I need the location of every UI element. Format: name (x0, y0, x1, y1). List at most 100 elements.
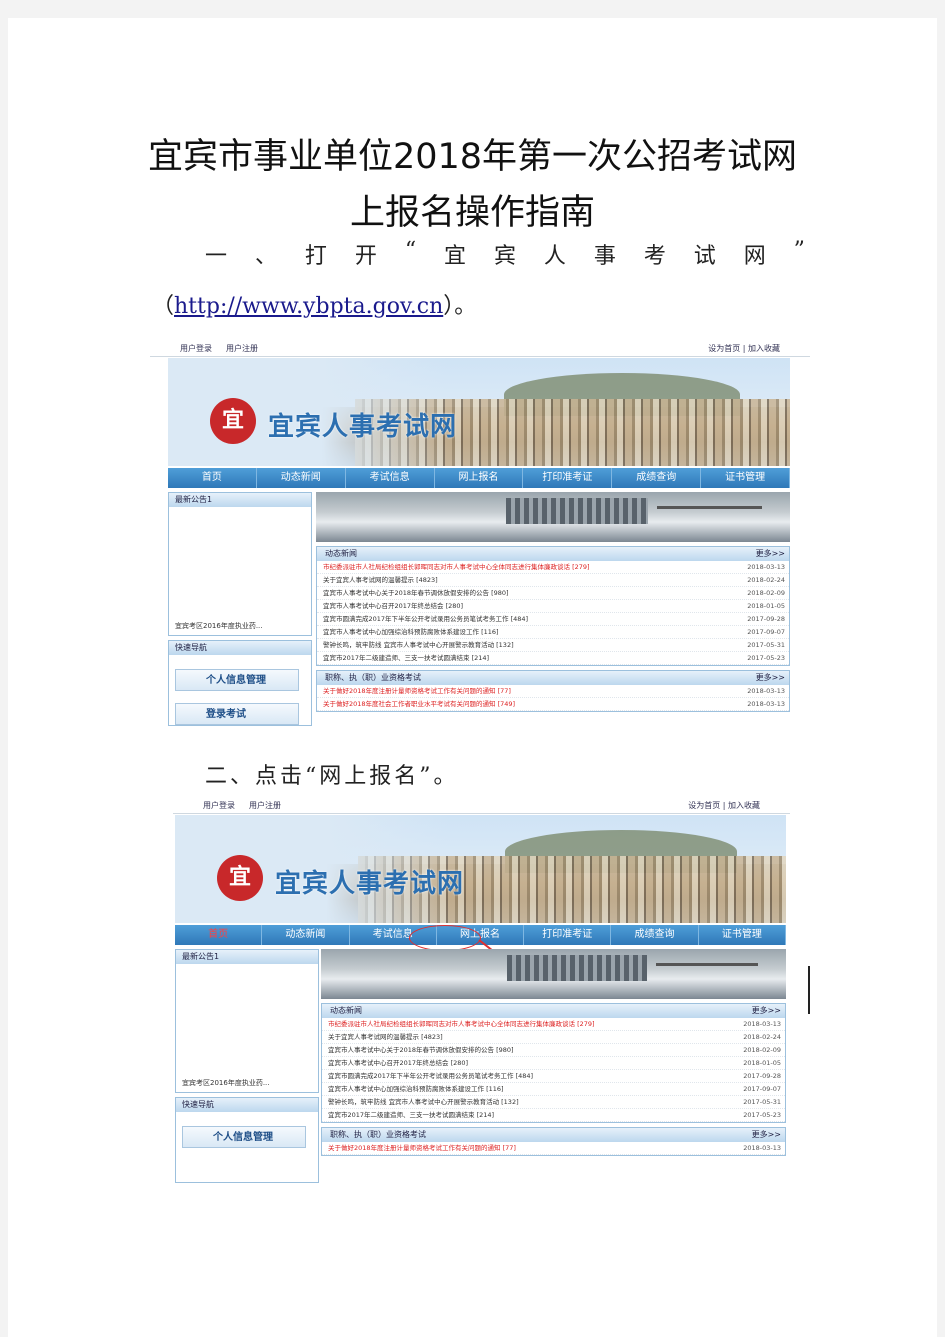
register-link[interactable]: 用户注册 (249, 801, 281, 810)
step1-char: 开 (354, 244, 377, 269)
news-row[interactable]: 警钟长鸣，筑牢防线 宜宾市人事考试中心开展警示教育活动 [132] 2017-05… (322, 1096, 785, 1109)
cert-title: 职称、执（职）业资格考试 (325, 673, 421, 682)
news-row[interactable]: 宜宾市圆满完成2017年下半年公开考试录用公务员笔试考务工作 [484] 2017… (317, 613, 789, 626)
cert-more-link[interactable]: 更多>> (752, 1128, 781, 1142)
step1-char: “ (404, 238, 417, 263)
website-screenshot-2: 用户登录 用户注册 设为首页 | 加入收藏 宜 宜宾人事考试网 首页 动态新闻 考… (173, 797, 790, 1187)
step1-char: 网 (743, 244, 766, 269)
nav-news[interactable]: 动态新闻 (262, 925, 350, 945)
cert-title: 职称、执（职）业资格考试 (330, 1130, 426, 1139)
nav-home[interactable]: 首页 (175, 925, 263, 945)
site-topbar: 用户登录 用户注册 设为首页 | 加入收藏 (173, 797, 790, 814)
step1-char: 事 (593, 244, 616, 269)
step1-char: 宾 (493, 244, 516, 269)
notice-box: 最新公告1 宜宾考区2016年度执业药... (168, 492, 312, 636)
news-row[interactable]: 宜宾市2017年二级建造师、三支一扶考试圆满结束 [214] 2017-05-23 (317, 652, 789, 665)
news-row[interactable]: 宜宾市2017年二级建造师、三支一扶考试圆满结束 [214] 2017-05-23 (322, 1109, 785, 1122)
step1-char: 试 (693, 244, 716, 269)
news-row[interactable]: 关于宜宾人事考试网的温馨提示 [4823] 2018-02-24 (317, 574, 789, 587)
nav-score-query[interactable]: 成绩查询 (611, 925, 699, 945)
news-row[interactable]: 宜宾市人事考试中心关于2018年春节调休放假安排的公告 [980] 2018-02… (322, 1044, 785, 1057)
step1-char: ” (793, 238, 805, 263)
website-screenshot-1: 用户登录 用户注册 设为首页 | 加入收藏 宜 宜宾人事考试网 首页 动态新闻 考… (150, 340, 810, 735)
site-logo-icon: 宜 (217, 855, 263, 901)
right-column: 动态新闻 更多>> 市纪委派驻市人社局纪检组组长郭晖同志对市人事考试中心全体同志进… (321, 949, 786, 1156)
news-row[interactable]: 市纪委派驻市人社局纪检组组长郭晖同志对市人事考试中心全体同志进行集体廉政谈话 [… (322, 1018, 785, 1031)
nav-print-admission[interactable]: 打印准考证 (523, 468, 613, 488)
notice-item[interactable]: 宜宾考区2016年度执业药... (182, 1078, 270, 1088)
personal-info-button[interactable]: 个人信息管理 (182, 1126, 306, 1148)
news-more-link[interactable]: 更多>> (756, 547, 785, 561)
website-link[interactable]: http://www.ybpta.gov.cn (174, 294, 443, 319)
personal-info-button[interactable]: 个人信息管理 (175, 669, 299, 691)
news-more-link[interactable]: 更多>> (752, 1004, 781, 1018)
news-title: 动态新闻 (325, 549, 357, 558)
quick-nav-title: 快速导航 (169, 641, 311, 655)
homepage-favorite-links[interactable]: 设为首页 | 加入收藏 (708, 343, 780, 354)
news-row[interactable]: 宜宾市人事考试中心加强综治科预防腐败体系建设工作 [116] 2017-09-07 (322, 1083, 785, 1096)
nav-exam-info[interactable]: 考试信息 (346, 468, 435, 488)
city-photo (321, 949, 786, 999)
nav-home[interactable]: 首页 (168, 468, 257, 488)
homepage-favorite-links[interactable]: 设为首页 | 加入收藏 (688, 800, 760, 811)
cert-section: 职称、执（职）业资格考试 更多>> 关于做好2018年度注册计量师资格考试工作有关… (316, 670, 790, 712)
notice-title: 最新公告1 (169, 493, 311, 507)
nav-online-registration[interactable]: 网上报名 (435, 468, 524, 488)
step1-line: 一 、 打 开 “ 宜 宾 人 事 考 试 网 ” (205, 238, 805, 270)
city-photo (316, 492, 790, 542)
quick-nav-box: 快速导航 个人信息管理 登录考试 (168, 640, 312, 726)
site-name: 宜宾人事考试网 (275, 869, 465, 899)
cert-more-link[interactable]: 更多>> (756, 671, 785, 685)
news-row[interactable]: 宜宾市人事考试中心召开2017年终总结会 [280] 2018-01-05 (322, 1057, 785, 1070)
site-banner: 宜 宜宾人事考试网 (175, 815, 786, 923)
step1-url-line: （http://www.ybpta.gov.cn）。 (152, 288, 476, 320)
cert-row[interactable]: 关于做好2018年度注册计量师资格考试工作有关问题的通知 [77] 2018-03… (322, 1142, 785, 1155)
cert-row[interactable]: 关于做好2018年度注册计量师资格考试工作有关问题的通知 [77] 2018-03… (317, 685, 789, 698)
nav-print-admission[interactable]: 打印准考证 (524, 925, 612, 945)
news-row[interactable]: 宜宾市人事考试中心关于2018年春节调休放假安排的公告 [980] 2018-02… (317, 587, 789, 600)
cert-row[interactable]: 关于做好2018年度社会工作者职业水平考试有关问题的通知 [749] 2018-0… (317, 698, 789, 711)
notice-box: 最新公告1 宜宾考区2016年度执业药... (175, 949, 319, 1093)
doc-title-line1: 宜宾市事业单位2018年第一次公招考试网 (147, 137, 798, 177)
news-row[interactable]: 警钟长鸣，筑牢防线 宜宾市人事考试中心开展警示教育活动 [132] 2017-05… (317, 639, 789, 652)
news-row[interactable]: 市纪委派驻市人社局纪检组组长郭晖同志对市人事考试中心全体同志进行集体廉政谈话 [… (317, 561, 789, 574)
highlight-ellipse (409, 925, 481, 951)
cert-section: 职称、执（职）业资格考试 更多>> 关于做好2018年度注册计量师资格考试工作有关… (321, 1127, 786, 1156)
step1-char: 人 (543, 244, 566, 269)
doc-title-line2: 上报名操作指南 (349, 193, 595, 233)
news-row[interactable]: 关于宜宾人事考试网的温馨提示 [4823] 2018-02-24 (322, 1031, 785, 1044)
news-row[interactable]: 宜宾市圆满完成2017年下半年公开考试录用公务员笔试考务工作 [484] 2017… (322, 1070, 785, 1083)
site-topbar: 用户登录 用户注册 设为首页 | 加入收藏 (150, 340, 810, 357)
login-link[interactable]: 用户登录 (180, 344, 212, 353)
step1-char: 考 (643, 244, 666, 269)
news-row[interactable]: 宜宾市人事考试中心加强综治科预防腐败体系建设工作 [116] 2017-09-07 (317, 626, 789, 639)
left-column: 最新公告1 宜宾考区2016年度执业药... 快速导航 个人信息管理 登录考试 (168, 492, 312, 730)
news-title: 动态新闻 (330, 1006, 362, 1015)
site-nav: 首页 动态新闻 考试信息 网上报名 打印准考证 成绩查询 证书管理 (168, 468, 791, 488)
nav-news[interactable]: 动态新闻 (257, 468, 346, 488)
site-logo-icon: 宜 (210, 398, 256, 444)
site-name: 宜宾人事考试网 (268, 412, 458, 442)
left-column: 最新公告1 宜宾考区2016年度执业药... 快速导航 个人信息管理 (175, 949, 319, 1187)
nav-score-query[interactable]: 成绩查询 (612, 468, 702, 488)
register-link[interactable]: 用户注册 (226, 344, 258, 353)
news-section: 动态新闻 更多>> 市纪委派驻市人社局纪检组组长郭晖同志对市人事考试中心全体同志进… (316, 546, 790, 666)
news-row[interactable]: 宜宾市人事考试中心召开2017年终总结会 [280] 2018-01-05 (317, 600, 789, 613)
news-section: 动态新闻 更多>> 市纪委派驻市人社局纪检组组长郭晖同志对市人事考试中心全体同志进… (321, 1003, 786, 1123)
open-paren: （ (152, 294, 175, 319)
text-cursor (808, 966, 810, 1014)
step1-char: 一 (205, 244, 228, 269)
step1-char: 打 (304, 244, 327, 269)
site-banner: 宜 宜宾人事考试网 (168, 358, 790, 466)
login-link[interactable]: 用户登录 (203, 801, 235, 810)
notice-item[interactable]: 宜宾考区2016年度执业药... (175, 621, 263, 631)
nav-certificate[interactable]: 证书管理 (701, 468, 791, 488)
notice-title: 最新公告1 (176, 950, 318, 964)
close-paren: ）。 (443, 294, 477, 319)
quick-nav-title: 快速导航 (176, 1098, 318, 1112)
nav-certificate[interactable]: 证书管理 (699, 925, 786, 945)
step1-char: 宜 (444, 244, 467, 269)
step1-char: 、 (254, 244, 277, 269)
right-column: 动态新闻 更多>> 市纪委派驻市人社局纪检组组长郭晖同志对市人事考试中心全体同志进… (316, 492, 790, 712)
exam-login-button[interactable]: 登录考试 (175, 703, 299, 725)
